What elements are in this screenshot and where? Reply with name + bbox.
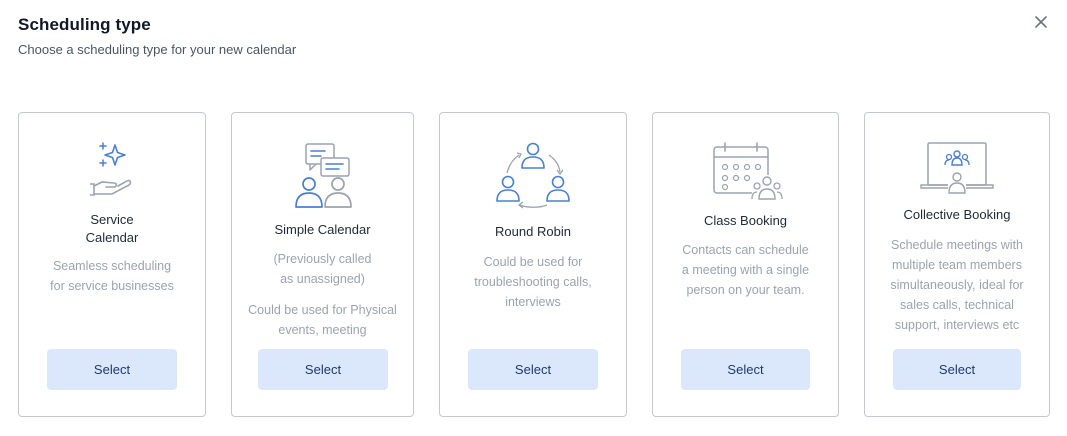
card-title: Service Calendar bbox=[27, 211, 197, 247]
card-title-line: Service bbox=[90, 212, 134, 227]
description-line: interviews bbox=[505, 295, 561, 309]
monitor-group-icon bbox=[865, 141, 1049, 197]
card-description: (Previously called as unassigned) bbox=[242, 249, 403, 289]
sparkle-hand-icon bbox=[19, 141, 205, 201]
card-description-secondary: Could be used for Physical events, meeti… bbox=[242, 300, 403, 340]
description-line: a meeting with a single bbox=[681, 263, 810, 277]
description-line: troubleshooting calls, bbox=[474, 275, 592, 289]
description-line: multiple team members bbox=[892, 258, 1022, 272]
card-title: Round Robin bbox=[495, 224, 571, 239]
dialog-subtitle: Choose a scheduling type for your new ca… bbox=[18, 42, 297, 57]
description-line: events, meeting bbox=[278, 323, 367, 337]
description-line: person on your team. bbox=[686, 283, 805, 297]
card-description: Contacts can schedule a meeting with a s… bbox=[663, 240, 828, 300]
card-title: Class Booking bbox=[703, 213, 788, 228]
close-icon[interactable] bbox=[1032, 13, 1050, 31]
description-line: Seamless scheduling bbox=[52, 259, 172, 273]
card-service-calendar[interactable]: Service Calendar Seamless scheduling for… bbox=[18, 112, 206, 417]
card-title-line: Calendar bbox=[85, 230, 139, 245]
description-line: Schedule meetings with bbox=[890, 238, 1024, 252]
card-collective-booking[interactable]: Collective Booking Schedule meetings wit… bbox=[864, 112, 1050, 417]
description-line: support, interviews etc bbox=[894, 318, 1020, 332]
description-line: as unassigned) bbox=[280, 272, 365, 286]
description-line: Could be used for Physical bbox=[248, 303, 397, 317]
round-robin-icon bbox=[440, 141, 626, 211]
calendar-group-icon bbox=[653, 141, 838, 203]
description-line: Contacts can schedule bbox=[682, 243, 809, 257]
card-title: Collective Booking bbox=[903, 207, 1011, 222]
dialog-title: Scheduling type bbox=[18, 15, 151, 34]
select-button[interactable]: Select bbox=[681, 349, 810, 390]
dialog-header: Scheduling type Choose a scheduling type… bbox=[18, 15, 296, 57]
card-simple-calendar[interactable]: Simple Calendar (Previously called as un… bbox=[231, 112, 414, 417]
select-button[interactable]: Select bbox=[47, 349, 177, 390]
card-title: Simple Calendar bbox=[274, 222, 371, 237]
card-description: Seamless scheduling for service business… bbox=[29, 256, 195, 296]
description-line: Could be used for bbox=[483, 255, 583, 269]
description-line: for service businesses bbox=[50, 279, 174, 293]
select-button[interactable]: Select bbox=[893, 349, 1021, 390]
description-line: simultaneously, ideal for bbox=[890, 278, 1024, 292]
description-line: (Previously called bbox=[273, 252, 372, 266]
card-round-robin[interactable]: Round Robin Could be used for troublesho… bbox=[439, 112, 627, 417]
chat-users-icon bbox=[232, 141, 413, 211]
card-description: Could be used for troubleshooting calls,… bbox=[450, 252, 616, 312]
card-description: Schedule meetings with multiple team mem… bbox=[875, 235, 1039, 335]
card-class-booking[interactable]: Class Booking Contacts can schedule a me… bbox=[652, 112, 839, 417]
select-button[interactable]: Select bbox=[258, 349, 388, 390]
description-line: sales calls, technical bbox=[900, 298, 1014, 312]
select-button[interactable]: Select bbox=[468, 349, 598, 390]
